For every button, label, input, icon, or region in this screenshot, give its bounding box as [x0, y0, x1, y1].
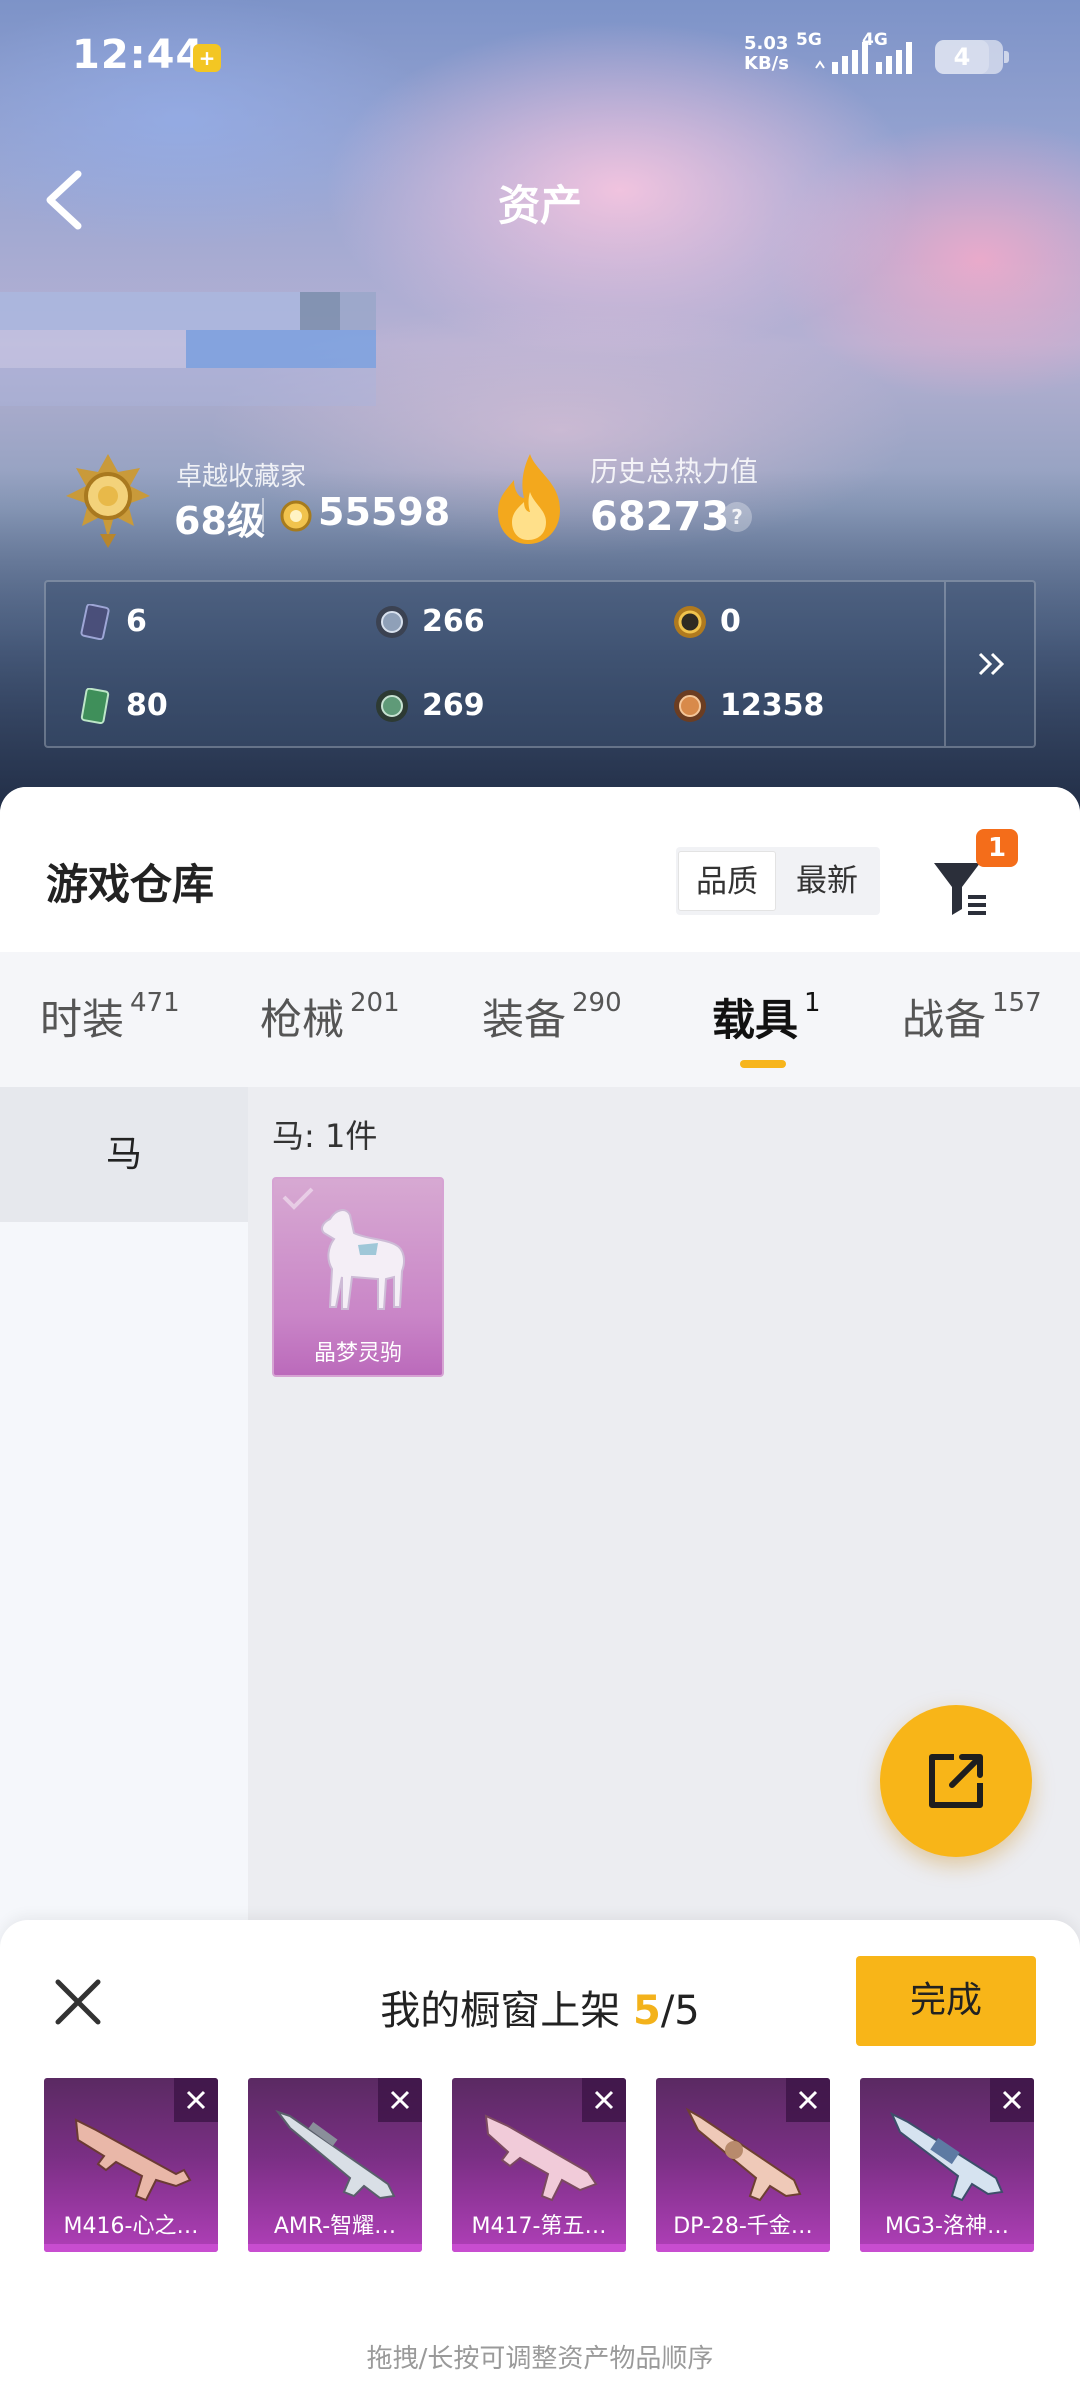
net-speed: 5.03 KB/s [744, 33, 789, 74]
signal-4g-icon [876, 42, 912, 74]
green-gem-icon [376, 690, 408, 722]
flame-icon [498, 454, 560, 544]
sort-quality-button[interactable]: 品质 [678, 851, 776, 911]
ticket-icon [80, 688, 110, 724]
item-card[interactable]: 晶梦灵驹 [272, 1177, 444, 1377]
collector-coin-icon [280, 500, 312, 532]
slot-name: AMR-智耀… [273, 2214, 397, 2239]
filter-count-badge: 1 [976, 829, 1018, 867]
share-button[interactable] [880, 1705, 1032, 1857]
item-name: 晶梦灵驹 [313, 1341, 402, 1366]
app-notification-icon: + [193, 44, 221, 72]
slot-name: DP-28-千金… [673, 2214, 813, 2239]
machine-gun-icon [685, 2107, 802, 2202]
tab-firearms[interactable]: 枪械 201 [260, 986, 400, 1047]
bronze-coin-icon [674, 690, 706, 722]
status-time: 12:44 [72, 32, 205, 78]
showcase-slot[interactable]: DP-28-千金… [656, 2078, 830, 2252]
rarity-bar [452, 2244, 626, 2252]
currency-panel: 6 266 0 80 269 12358 [44, 580, 1036, 748]
rarity-bar [44, 2244, 218, 2252]
collector-level: 68级 [174, 499, 265, 543]
collector-title: 卓越收藏家 [176, 462, 307, 492]
share-external-icon [929, 1754, 983, 1808]
done-button[interactable]: 完成 [856, 1956, 1036, 2046]
card-icon [80, 604, 110, 640]
help-icon[interactable]: ? [722, 502, 752, 532]
status-bar: 12:44 + 5.03 KB/s 5G 4G 4 [0, 0, 1080, 110]
tab-equipment[interactable]: 装备 290 [482, 986, 622, 1047]
rarity-bar [860, 2244, 1034, 2252]
category-count: 马: 1件 [272, 1117, 378, 1155]
redacted-username [0, 292, 380, 412]
showcase-slot[interactable]: M416-心之… [44, 2078, 218, 2252]
rarity-bar [656, 2244, 830, 2252]
sort-toggle: 品质 最新 [676, 847, 880, 915]
collector-coins: 55598 [318, 490, 451, 534]
gold-coin-icon [674, 606, 706, 638]
showcase-sheet: 我的橱窗上架 5/5 完成 M416-心之… AMR-智耀… M417-第五… [0, 1920, 1080, 2400]
category-tabs: 时装 471 枪械 201 装备 290 载具 1 战备 157 [0, 952, 1080, 1087]
warehouse-title: 游戏仓库 [46, 860, 215, 909]
tab-supplies[interactable]: 战备 157 [902, 986, 1042, 1047]
expand-currencies-button[interactable] [944, 582, 1034, 746]
heat-title: 历史总热力值 [590, 455, 759, 488]
showcase-slot[interactable]: MG3-洛神… [860, 2078, 1034, 2252]
tab-fashion[interactable]: 时装 471 [40, 986, 180, 1047]
rifle-icon [74, 2118, 192, 2202]
showcase-slot[interactable]: AMR-智耀… [248, 2078, 422, 2252]
silver-coin-icon [376, 606, 408, 638]
rarity-bar [248, 2244, 422, 2252]
machine-gun-icon [889, 2111, 1004, 2202]
divider [262, 498, 264, 532]
horse-icon [321, 1209, 405, 1310]
slot-name: MG3-洛神… [885, 2214, 1009, 2239]
reorder-hint: 拖拽/长按可调整资产物品顺序 [366, 2344, 714, 2374]
tab-vehicles[interactable]: 载具 1 [712, 986, 821, 1048]
collector-medal-icon [66, 454, 150, 548]
sort-newest-button[interactable]: 最新 [778, 851, 876, 911]
slot-name: M416-心之… [63, 2214, 199, 2239]
warehouse-header: 游戏仓库 品质 最新 1 [0, 787, 1080, 952]
heat-value: 68273 [590, 494, 730, 540]
battery-icon: 4 [935, 40, 1009, 74]
sidebar-item-horse[interactable]: 马 [0, 1087, 248, 1222]
showcase-slot[interactable]: M417-第五… [452, 2078, 626, 2252]
double-chevron-right-icon [978, 652, 1005, 676]
page-title: 资产 [497, 181, 582, 230]
active-tab-indicator [740, 1060, 786, 1068]
slot-name: M417-第五… [471, 2214, 607, 2239]
rifle-icon [484, 2114, 598, 2202]
hero-banner: 12:44 + 5.03 KB/s 5G 4G 4 资产 卓越收藏家 68级 5… [0, 0, 1080, 820]
sniper-rifle-icon [275, 2110, 396, 2200]
